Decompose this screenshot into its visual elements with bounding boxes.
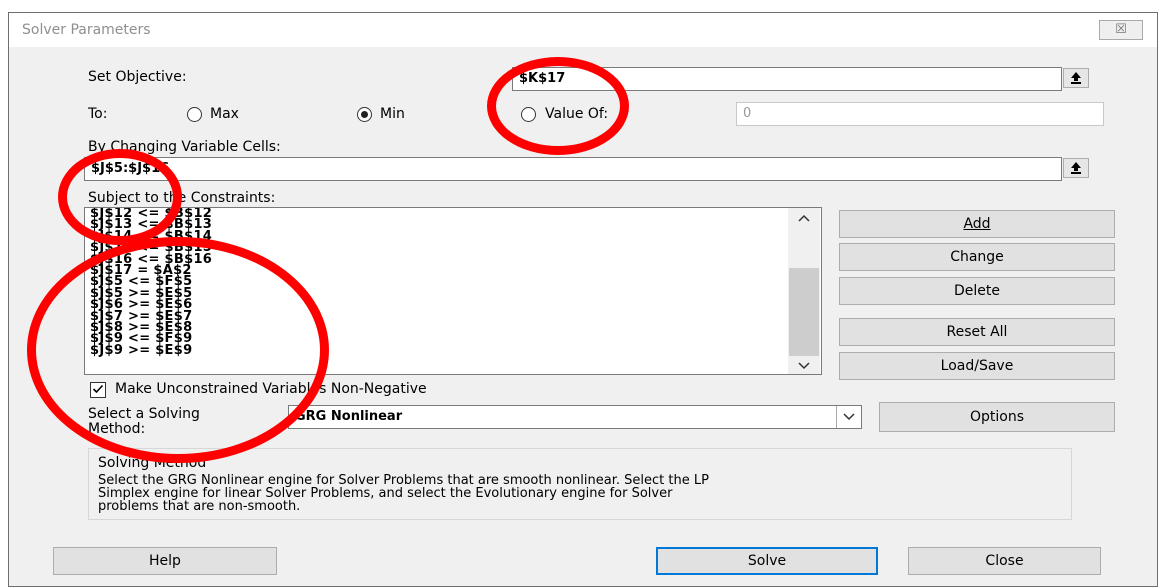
delete-button[interactable]: Delete — [839, 277, 1115, 305]
help-button[interactable]: Help — [53, 547, 277, 575]
annotation-circle-changing — [58, 149, 182, 245]
solving-method-dropdown[interactable] — [836, 406, 862, 428]
min-label: Min — [380, 106, 405, 122]
change-button[interactable]: Change — [839, 243, 1115, 271]
load-save-button[interactable]: Load/Save — [839, 352, 1115, 380]
to-label: To: — [88, 106, 108, 122]
value-of-input[interactable]: 0 — [736, 102, 1104, 126]
max-radio[interactable] — [187, 107, 202, 122]
reset-all-button[interactable]: Reset All — [839, 318, 1115, 346]
objective-collapse-button[interactable] — [1063, 68, 1089, 88]
title-bar — [9, 13, 1157, 47]
max-label: Max — [210, 106, 239, 122]
scrollbar-thumb[interactable] — [789, 268, 819, 356]
close-window-button[interactable]: ☒ — [1099, 20, 1143, 40]
dialog-title: Solver Parameters — [22, 22, 151, 38]
close-icon: ☒ — [1115, 22, 1127, 37]
solving-method-description: Select the GRG Nonlinear engine for Solv… — [98, 473, 709, 514]
chevron-down-icon — [843, 413, 855, 421]
set-objective-label: Set Objective: — [88, 69, 187, 85]
changing-cells-collapse-button[interactable] — [1063, 158, 1089, 178]
scroll-up-icon[interactable] — [797, 213, 811, 223]
min-radio[interactable] — [357, 107, 372, 122]
close-button[interactable]: Close — [908, 547, 1101, 575]
annotation-circle-constraints — [27, 237, 329, 463]
annotation-circle-objective — [487, 57, 629, 155]
solving-method-select[interactable]: GRG Nonlinear — [288, 405, 862, 429]
changing-cells-input[interactable]: $J$5:$J$16 — [84, 157, 1062, 181]
collapse-arrow-icon — [1071, 162, 1081, 174]
add-button[interactable]: Add — [839, 210, 1115, 238]
solve-button[interactable]: Solve — [656, 547, 878, 575]
options-button[interactable]: Options — [879, 402, 1115, 432]
collapse-arrow-icon — [1071, 72, 1081, 84]
scroll-down-icon[interactable] — [797, 361, 811, 371]
